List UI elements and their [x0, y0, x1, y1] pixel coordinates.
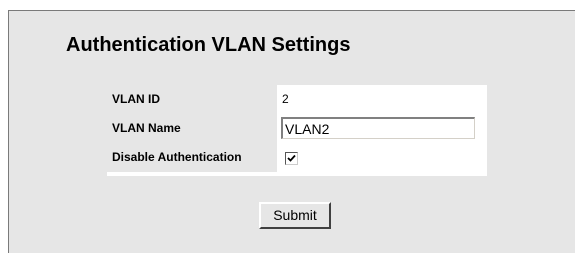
vlan-id-row: VLAN ID 2	[107, 85, 487, 114]
vlan-id-label: VLAN ID	[112, 92, 160, 106]
page-title: Authentication VLAN Settings	[66, 34, 351, 56]
submit-button[interactable]: Submit	[259, 202, 331, 229]
vlan-name-label: VLAN Name	[112, 121, 181, 135]
checkmark-icon	[287, 154, 296, 162]
vlan-name-input[interactable]	[281, 117, 475, 139]
vlan-id-label-cell: VLAN ID	[107, 85, 277, 114]
vlan-id-value: 2	[282, 92, 289, 106]
vlan-name-row: VLAN Name	[107, 114, 487, 143]
disable-auth-row: Disable Authentication	[107, 143, 487, 172]
settings-panel: Authentication VLAN Settings VLAN ID 2 V…	[8, 10, 575, 253]
disable-auth-label-cell: Disable Authentication	[107, 143, 277, 172]
disable-auth-label: Disable Authentication	[112, 150, 242, 164]
settings-form-table: VLAN ID 2 VLAN Name Disable Authenticati…	[107, 85, 487, 176]
disable-auth-checkbox[interactable]	[285, 152, 298, 165]
vlan-name-label-cell: VLAN Name	[107, 114, 277, 143]
